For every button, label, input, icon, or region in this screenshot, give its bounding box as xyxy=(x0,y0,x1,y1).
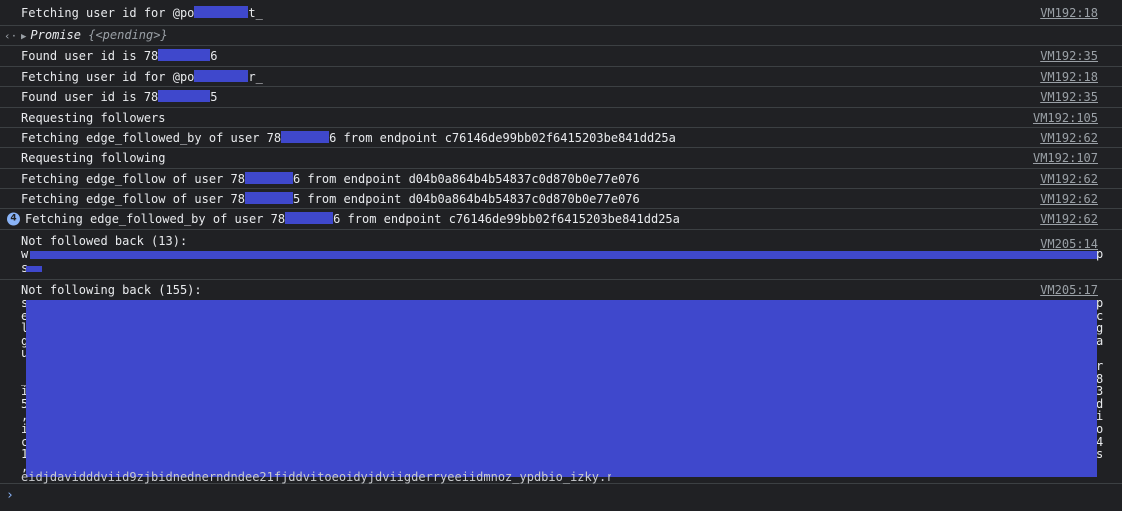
source-link[interactable]: VM192:62 xyxy=(1040,192,1098,206)
log-message: Fetching edge_follow of user 78 5 from en… xyxy=(21,191,640,206)
message-text: Fetching user id for @po xyxy=(21,69,195,84)
list-edge-char: s xyxy=(1096,447,1104,462)
message-text: 6 xyxy=(210,49,218,63)
log-message: Fetching user id for @po t_ xyxy=(21,6,263,20)
redaction xyxy=(285,212,334,224)
message-text: Fetching edge_followed_by of user 78 xyxy=(21,130,282,145)
result-row: ‹· ▶ Promise {<pending>} xyxy=(0,26,1122,46)
list-edge-char: w xyxy=(21,247,29,261)
source-link[interactable]: VM192:107 xyxy=(1033,151,1098,165)
list-tail-text: eidjdavidddviid9zjbidnednerndndee21fjddv… xyxy=(21,470,611,484)
source-link[interactable]: VM205:14 xyxy=(1040,237,1098,251)
message-text: r_ xyxy=(248,69,263,84)
source-link[interactable]: VM192:35 xyxy=(1040,49,1098,63)
redaction xyxy=(26,266,42,272)
log-row: Fetching edge_follow of user 78 6 from en… xyxy=(0,169,1122,189)
source-link[interactable]: VM192:62 xyxy=(1040,212,1098,226)
promise-state: {<pending>} xyxy=(88,27,168,42)
devtools-console: Fetching user id for @po t_ VM192:18 ‹· ▶… xyxy=(0,0,1122,511)
source-link[interactable]: VM192:18 xyxy=(1040,6,1098,20)
redaction xyxy=(281,130,330,143)
redaction xyxy=(194,6,249,18)
message-text: 5 from endpoint d04b0a864b4b54837c0d870b… xyxy=(292,191,640,206)
redaction xyxy=(158,90,211,102)
log-row: Fetching user id for @po r_ VM192:18 xyxy=(0,67,1122,87)
source-link[interactable]: VM192:105 xyxy=(1033,111,1098,125)
message-text: 5 xyxy=(210,90,218,104)
not-following-back-label: Not following back (155): xyxy=(21,283,202,297)
arrow-back-icon: ‹· xyxy=(4,29,18,42)
redaction xyxy=(26,300,1097,477)
log-row-not-following-back: Not following back (155): VM205:17 selgu… xyxy=(0,280,1122,484)
list-edge-char: a xyxy=(1096,333,1104,348)
log-message: Requesting following xyxy=(21,151,166,165)
message-text: Fetching user id for @po xyxy=(21,6,195,20)
promise-name: Promise xyxy=(30,27,81,42)
redaction xyxy=(194,69,249,82)
redaction xyxy=(158,49,211,61)
source-link[interactable]: VM192:18 xyxy=(1040,70,1098,84)
log-message: Fetching user id for @po r_ xyxy=(21,69,263,84)
redaction xyxy=(30,251,1098,259)
source-link[interactable]: VM192:62 xyxy=(1040,172,1098,186)
log-message: Requesting followers xyxy=(21,110,166,125)
message-text: t_ xyxy=(248,6,263,20)
not-followed-back-label: Not followed back (13): xyxy=(21,234,188,248)
log-row: Requesting followers VM192:105 xyxy=(0,108,1122,128)
message-text: Fetching edge_follow of user 78 xyxy=(21,191,245,206)
redaction xyxy=(244,171,293,184)
log-message: Found user id is 78 5 xyxy=(21,90,218,104)
message-text: Found user id is 78 xyxy=(21,49,159,63)
log-message: Fetching edge_follow of user 78 6 from en… xyxy=(21,171,640,186)
source-link[interactable]: VM192:35 xyxy=(1040,90,1098,104)
message-text: Found user id is 78 xyxy=(21,90,159,104)
redaction xyxy=(244,191,293,204)
chevron-right-icon[interactable]: › xyxy=(6,488,14,503)
log-row: 4 Fetching edge_followed_by of user 78 6 … xyxy=(0,209,1122,230)
message-text: 6 from endpoint c76146de99bb02f6415203be… xyxy=(329,130,676,145)
log-row: Fetching edge_followed_by of user 78 6 fr… xyxy=(0,128,1122,148)
repeat-count-badge: 4 xyxy=(7,212,20,226)
log-row: Requesting following VM192:107 xyxy=(0,148,1122,169)
message-text: Fetching edge_followed_by of user 78 xyxy=(25,212,286,226)
list-edge-char: p xyxy=(1096,247,1104,261)
log-row: Fetching edge_follow of user 78 5 from en… xyxy=(0,189,1122,209)
log-message: Fetching edge_followed_by of user 78 6 fr… xyxy=(21,130,676,145)
log-message: Fetching edge_followed_by of user 78 6 fr… xyxy=(25,212,680,226)
log-message: Found user id is 78 6 xyxy=(21,49,218,63)
source-link[interactable]: VM205:17 xyxy=(1040,283,1098,297)
log-row: Found user id is 78 5 VM192:35 xyxy=(0,87,1122,108)
source-link[interactable]: VM192:62 xyxy=(1040,131,1098,145)
log-row: Found user id is 78 6 VM192:35 xyxy=(0,46,1122,67)
expand-triangle-icon[interactable]: ▶ xyxy=(21,32,26,42)
message-text: 6 from endpoint d04b0a864b4b54837c0d870b… xyxy=(292,171,640,186)
log-row-not-followed-back: Not followed back (13): VM205:14 w p s xyxy=(0,230,1122,280)
log-row: Fetching user id for @po t_ VM192:18 xyxy=(0,0,1122,26)
message-text: 6 from endpoint c76146de99bb02f6415203be… xyxy=(333,212,680,226)
promise-object[interactable]: ▶ Promise {<pending>} xyxy=(21,28,168,44)
message-text: Fetching edge_follow of user 78 xyxy=(21,171,245,186)
